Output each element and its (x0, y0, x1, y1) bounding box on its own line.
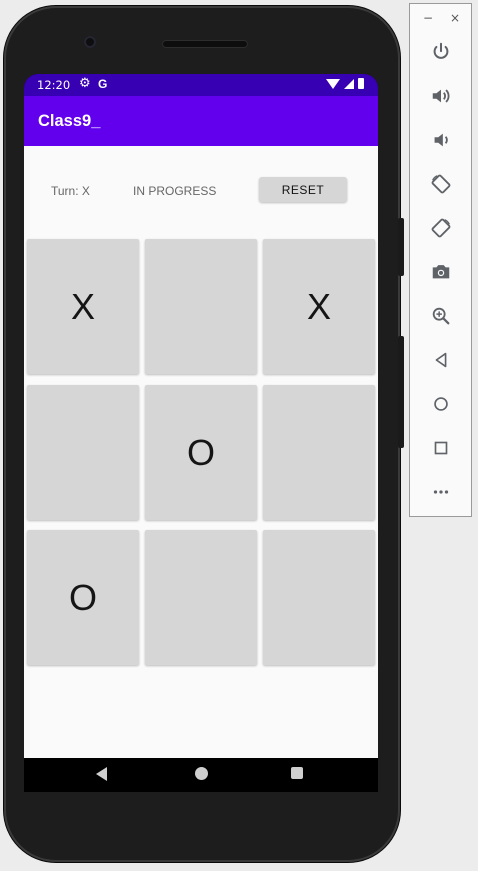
board-cell-4[interactable] (27, 385, 139, 520)
earpiece-speaker (162, 40, 248, 48)
settings-gear-icon: ⚙ (79, 76, 91, 91)
battery-icon (358, 78, 364, 89)
rotate-right-icon[interactable] (428, 215, 454, 241)
turn-label: Turn: X (51, 184, 90, 198)
front-camera-icon (84, 36, 96, 48)
volume-up-icon[interactable] (428, 83, 454, 109)
nav-recents-icon[interactable] (291, 767, 303, 779)
navigation-bar (24, 758, 378, 792)
game-content: Turn: X IN PROGRESS RESET X X O O (24, 146, 378, 758)
status-bar: 12:20 ⚙ G (24, 74, 378, 96)
board-cell-5[interactable]: O (145, 385, 257, 520)
board-cell-6[interactable] (263, 385, 375, 520)
status-indicators (326, 78, 364, 89)
power-hardware-button (398, 218, 404, 276)
volume-down-icon[interactable] (428, 127, 454, 153)
wifi-icon (326, 78, 340, 89)
more-icon[interactable] (428, 479, 454, 505)
status-time: 12:20 (37, 78, 71, 92)
board-cell-2[interactable] (145, 239, 257, 374)
board-cell-1[interactable]: X (27, 239, 139, 374)
emulator-toolbar: − × (409, 3, 472, 517)
board-cell-9[interactable] (263, 530, 375, 665)
volume-hardware-button (398, 336, 404, 448)
game-status-label: IN PROGRESS (133, 184, 217, 198)
cellular-signal-icon (344, 78, 354, 89)
board-cell-3[interactable]: X (263, 239, 375, 374)
google-icon: G (98, 77, 108, 91)
device-screen: 12:20 ⚙ G Class9_ Turn: X IN PROGRESS RE… (24, 74, 378, 792)
close-button[interactable]: × (450, 11, 460, 25)
rotate-left-icon[interactable] (428, 171, 454, 197)
power-icon[interactable] (428, 39, 454, 65)
home-icon[interactable] (428, 391, 454, 417)
app-bar: Class9_ (24, 96, 378, 146)
back-icon[interactable] (428, 347, 454, 373)
board-cell-8[interactable] (145, 530, 257, 665)
reset-button[interactable]: RESET (259, 177, 347, 202)
board-cell-7[interactable]: O (27, 530, 139, 665)
overview-icon[interactable] (428, 435, 454, 461)
nav-home-icon[interactable] (195, 767, 208, 780)
nav-back-icon[interactable] (96, 767, 107, 781)
zoom-icon[interactable] (428, 303, 454, 329)
camera-icon[interactable] (428, 259, 454, 285)
app-title: Class9_ (38, 112, 101, 130)
minimize-button[interactable]: − (423, 11, 433, 25)
